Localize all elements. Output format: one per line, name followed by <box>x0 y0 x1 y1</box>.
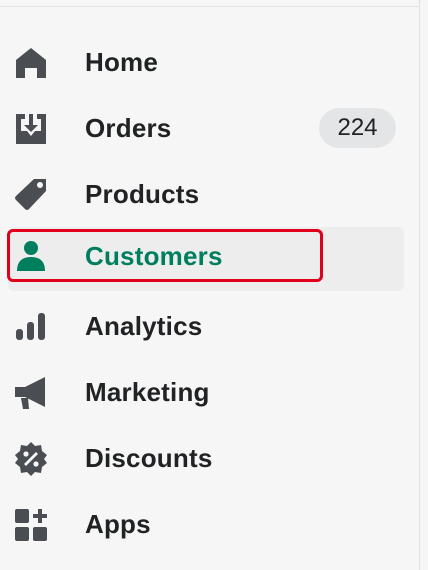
sidebar-item-label: Orders <box>85 112 172 143</box>
sidebar-item-label: Customers <box>85 241 223 271</box>
sidebar-item-home[interactable]: Home <box>0 29 419 95</box>
sidebar-item-customers[interactable]: Customers <box>0 227 419 293</box>
person-icon <box>12 237 50 275</box>
sidebar-item-label: Marketing <box>85 376 210 407</box>
bar-chart-icon <box>12 308 50 346</box>
discount-icon <box>12 440 50 478</box>
sidebar-item-products[interactable]: Products <box>0 161 419 227</box>
apps-icon <box>12 506 50 544</box>
megaphone-icon <box>12 374 50 412</box>
sidebar-item-marketing[interactable]: Marketing <box>0 359 419 425</box>
sidebar-item-apps[interactable]: Apps <box>0 491 419 557</box>
sidebar-nav: Home Orders 224 Products Customers Analy… <box>0 29 419 557</box>
sidebar-item-label: Analytics <box>85 310 203 341</box>
tag-icon <box>12 176 50 214</box>
sidebar-item-discounts[interactable]: Discounts <box>0 425 419 491</box>
orders-count-badge: 224 <box>319 108 396 148</box>
sidebar-item-label: Discounts <box>85 442 213 473</box>
sidebar-item-analytics[interactable]: Analytics <box>0 293 419 359</box>
sidebar-item-label: Apps <box>85 508 151 539</box>
top-border <box>0 0 420 7</box>
home-icon <box>12 44 50 82</box>
sidebar-item-label: Home <box>85 46 159 77</box>
sidebar-item-label: Products <box>85 178 200 209</box>
orders-icon <box>12 110 50 148</box>
sidebar-item-orders[interactable]: Orders 224 <box>0 95 419 161</box>
sidebar-divider <box>419 0 420 570</box>
